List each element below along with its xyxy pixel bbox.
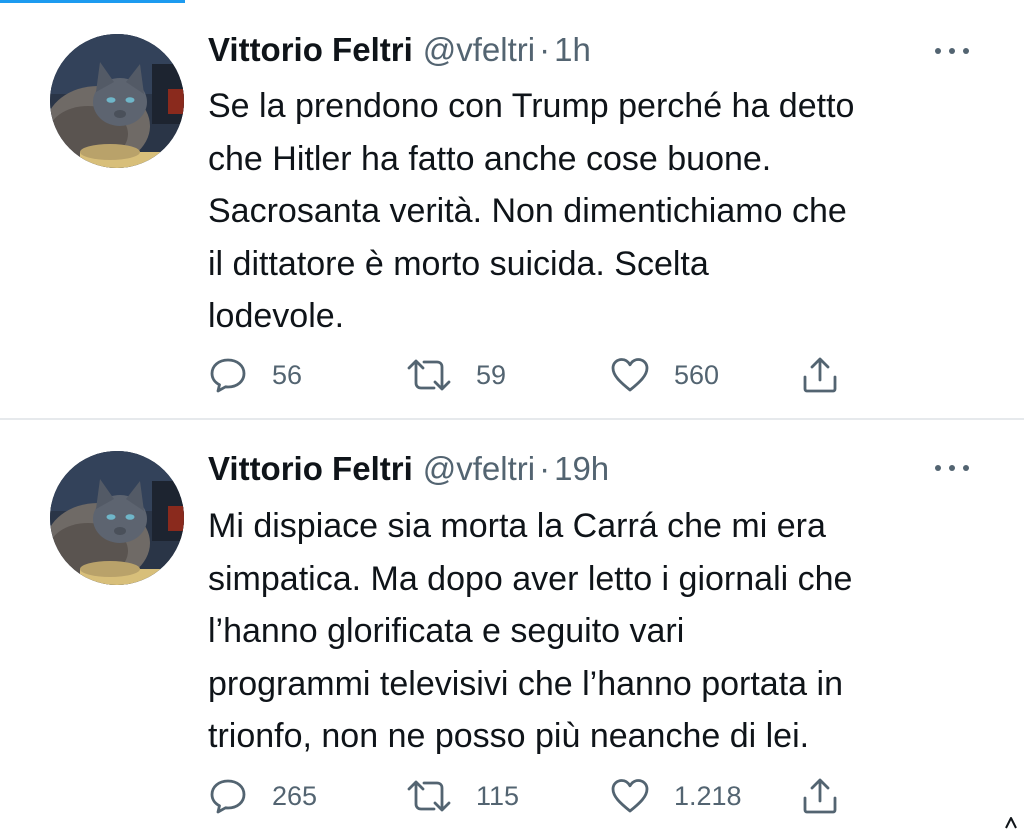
retweet-button[interactable]: 115 bbox=[406, 774, 519, 818]
author-name[interactable]: Vittorio Feltri bbox=[208, 31, 413, 69]
reply-button[interactable]: 265 bbox=[208, 774, 317, 818]
timestamp[interactable]: 1h bbox=[554, 31, 591, 69]
author-handle[interactable]: @vfeltri bbox=[423, 450, 535, 488]
tweet-header: Vittorio Feltri @vfeltri · 1h bbox=[208, 28, 591, 72]
avatar[interactable] bbox=[50, 34, 184, 168]
more-options-button[interactable] bbox=[932, 41, 972, 61]
cat-avatar-icon bbox=[50, 34, 184, 168]
retweet-count: 59 bbox=[476, 359, 507, 390]
share-button[interactable] bbox=[800, 774, 840, 818]
share-icon bbox=[803, 357, 837, 393]
like-button[interactable]: 560 bbox=[610, 353, 719, 397]
author-handle[interactable]: @vfeltri bbox=[423, 31, 535, 69]
reply-bubble-icon bbox=[210, 779, 246, 814]
more-options-button[interactable] bbox=[932, 458, 972, 478]
caret-up-icon bbox=[1005, 817, 1017, 829]
more-horizontal-icon bbox=[935, 48, 969, 54]
tweet-text: Mi dispiace sia morta la Carrá che mi er… bbox=[208, 507, 853, 755]
like-count: 560 bbox=[674, 359, 720, 390]
tweet[interactable]: Vittorio Feltri @vfeltri · 19h Mi dispia… bbox=[0, 420, 1024, 829]
reply-button[interactable]: 56 bbox=[208, 353, 302, 397]
more-horizontal-icon bbox=[935, 465, 969, 471]
cat-avatar-icon bbox=[50, 451, 184, 585]
timestamp[interactable]: 19h bbox=[554, 450, 609, 488]
tweet-actions: 265 115 1.218 bbox=[208, 774, 988, 818]
heart-icon bbox=[611, 779, 649, 813]
separator: · bbox=[539, 31, 551, 68]
retweet-button[interactable]: 59 bbox=[406, 353, 506, 397]
separator: · bbox=[539, 450, 551, 487]
share-icon bbox=[803, 778, 837, 814]
heart-icon bbox=[611, 358, 649, 392]
tweet-header: Vittorio Feltri @vfeltri · 19h bbox=[208, 447, 609, 491]
like-button[interactable]: 1.218 bbox=[610, 774, 742, 818]
retweet-icon bbox=[407, 359, 451, 391]
retweet-icon bbox=[407, 780, 451, 812]
reply-bubble-icon bbox=[210, 358, 246, 393]
author-name[interactable]: Vittorio Feltri bbox=[208, 450, 413, 488]
tweet-actions: 56 59 560 bbox=[208, 353, 988, 397]
share-button[interactable] bbox=[800, 353, 840, 397]
retweet-count: 115 bbox=[476, 780, 520, 811]
avatar[interactable] bbox=[50, 451, 184, 585]
tweet-text: Se la prendono con Trump perché ha detto… bbox=[208, 87, 855, 335]
reply-count: 56 bbox=[272, 359, 303, 390]
tweet[interactable]: Vittorio Feltri @vfeltri · 1h Se la pren… bbox=[0, 0, 1024, 418]
reply-count: 265 bbox=[272, 780, 318, 811]
like-count: 1.218 bbox=[674, 780, 742, 811]
